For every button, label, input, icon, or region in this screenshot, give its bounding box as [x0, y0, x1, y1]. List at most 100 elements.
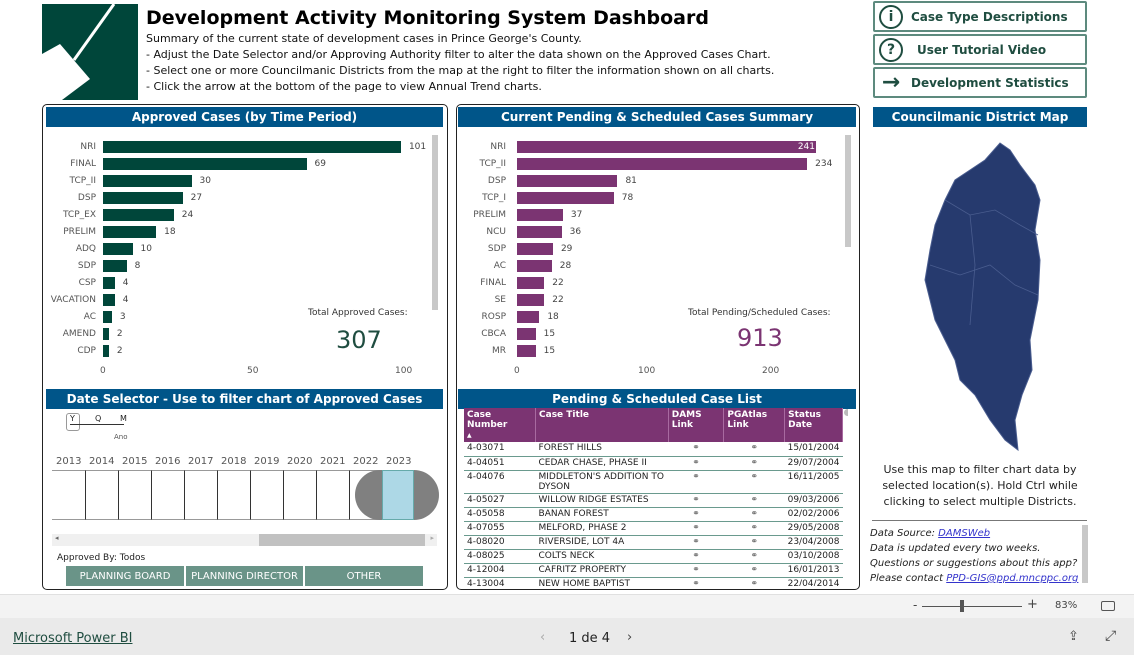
- dams-link-icon[interactable]: ⚭: [668, 521, 724, 536]
- fit-to-page-icon[interactable]: [1101, 601, 1115, 611]
- pgatlas-link-icon[interactable]: ⚭: [723, 549, 785, 564]
- info-scrollbar[interactable]: [1082, 525, 1088, 583]
- year-cell[interactable]: [217, 470, 250, 520]
- zoom-in-button[interactable]: +: [1027, 597, 1038, 612]
- level-year[interactable]: Y: [70, 414, 75, 423]
- bar[interactable]: [517, 260, 552, 272]
- year-cell[interactable]: [283, 470, 316, 520]
- pgatlas-link-icon[interactable]: ⚭: [723, 535, 785, 550]
- bar[interactable]: [103, 175, 192, 187]
- bar[interactable]: [103, 311, 112, 323]
- bar[interactable]: [517, 209, 563, 221]
- dams-link-icon[interactable]: ⚭: [668, 470, 724, 494]
- pgatlas-link-icon[interactable]: ⚭: [723, 456, 785, 471]
- bar[interactable]: [517, 328, 536, 340]
- chart-scrollbar[interactable]: [845, 135, 851, 247]
- year-cell[interactable]: [184, 470, 217, 520]
- table-scrollbar[interactable]: [844, 409, 848, 416]
- col-status-date[interactable]: Status Date: [784, 408, 843, 442]
- bar[interactable]: [517, 158, 808, 170]
- table-row[interactable]: 4-05027 WILLOW RIDGE ESTATES ⚭ ⚭ 09/03/2006: [464, 493, 843, 508]
- col-case-title[interactable]: Case Title: [535, 408, 669, 442]
- bar[interactable]: [103, 294, 115, 306]
- dams-link-icon[interactable]: ⚭: [668, 535, 724, 550]
- district-shape[interactable]: [924, 142, 1041, 452]
- bar[interactable]: [103, 192, 183, 204]
- zoom-slider[interactable]: [922, 606, 1022, 607]
- previous-page-icon[interactable]: ‹: [540, 630, 545, 645]
- year-cell[interactable]: [316, 470, 349, 520]
- bar[interactable]: [103, 209, 174, 221]
- bar[interactable]: [103, 277, 115, 289]
- bar[interactable]: [517, 277, 545, 289]
- bar[interactable]: [517, 311, 540, 323]
- table-row[interactable]: 4-08020 RIVERSIDE, LOT 4A ⚭ ⚭ 23/04/2008: [464, 535, 843, 550]
- level-slider-track[interactable]: [70, 424, 124, 425]
- zoom-out-button[interactable]: -: [913, 598, 917, 612]
- table-row[interactable]: 4-03071 FOREST HILLS ⚭ ⚭ 15/01/2004: [464, 442, 843, 457]
- pgatlas-link-icon[interactable]: ⚭: [723, 577, 785, 586]
- user-tutorial-video-button[interactable]: ? User Tutorial Video: [873, 34, 1087, 65]
- case-type-descriptions-button[interactable]: i Case Type Descriptions: [873, 1, 1087, 32]
- bar[interactable]: [103, 158, 307, 170]
- year-cell[interactable]: [151, 470, 184, 520]
- table-row[interactable]: 4-04051 CEDAR CHASE, PHASE II ⚭ ⚭ 29/07/2004: [464, 456, 843, 471]
- planning-director-button[interactable]: PLANNING DIRECTOR: [186, 566, 303, 586]
- power-bi-link[interactable]: Microsoft Power BI: [13, 631, 132, 646]
- bar[interactable]: [517, 294, 545, 306]
- bar[interactable]: [103, 141, 401, 153]
- bar[interactable]: [517, 243, 553, 255]
- dams-link-icon[interactable]: ⚭: [668, 456, 724, 471]
- fullscreen-icon[interactable]: ⤢: [1105, 628, 1116, 644]
- bar[interactable]: [103, 260, 127, 272]
- timeline-scrollbar[interactable]: ◂ ▸: [52, 534, 437, 546]
- table-row[interactable]: 4-13004NEW HOME BAPTIST CHURCH⚭⚭22/04/20…: [464, 577, 843, 586]
- dams-link-icon[interactable]: ⚭: [668, 563, 724, 578]
- councilmanic-district-map[interactable]: [900, 135, 1060, 465]
- planning-board-button[interactable]: PLANNING BOARD: [66, 566, 184, 586]
- pgatlas-link-icon[interactable]: ⚭: [723, 470, 785, 494]
- year-cell[interactable]: [52, 470, 85, 520]
- next-page-icon[interactable]: ›: [627, 630, 632, 645]
- pgatlas-link-icon[interactable]: ⚭: [723, 493, 785, 508]
- table-row[interactable]: 4-08025 COLTS NECK ⚭ ⚭ 03/10/2008: [464, 549, 843, 564]
- chart-scrollbar[interactable]: [432, 135, 438, 310]
- level-month[interactable]: M: [120, 414, 127, 423]
- bar[interactable]: [103, 243, 133, 255]
- col-case-number[interactable]: Case Number ▲: [464, 408, 537, 442]
- other-button[interactable]: OTHER: [305, 566, 423, 586]
- bar[interactable]: [103, 328, 109, 340]
- scroll-right-icon[interactable]: ▸: [430, 534, 434, 542]
- dams-link-icon[interactable]: ⚭: [668, 442, 724, 457]
- bar[interactable]: [517, 345, 536, 357]
- year-cell[interactable]: [118, 470, 151, 520]
- table-row[interactable]: 4-07055 MELFORD, PHASE 2 ⚭ ⚭ 29/05/2008: [464, 521, 843, 536]
- scroll-left-icon[interactable]: ◂: [55, 534, 59, 542]
- scrollbar-thumb[interactable]: [259, 534, 425, 546]
- table-row[interactable]: 4-12004 CAFRITZ PROPERTY ⚭ ⚭ 16/01/2013: [464, 563, 843, 578]
- level-quarter[interactable]: Q: [95, 414, 101, 423]
- pgatlas-link-icon[interactable]: ⚭: [723, 442, 785, 457]
- bar[interactable]: [517, 226, 562, 238]
- year-cell[interactable]: [250, 470, 283, 520]
- pgatlas-link-icon[interactable]: ⚭: [723, 521, 785, 536]
- development-statistics-button[interactable]: → Development Statistics: [873, 67, 1087, 98]
- damsweb-link[interactable]: DAMSWeb: [938, 528, 990, 539]
- bar[interactable]: [103, 345, 109, 357]
- selected-year-cell[interactable]: [382, 470, 414, 520]
- pgatlas-link-icon[interactable]: ⚭: [723, 563, 785, 578]
- contact-email-link[interactable]: PPD-GIS@ppd.mncppc.org: [946, 573, 1078, 584]
- bar[interactable]: [517, 192, 614, 204]
- pgatlas-link-icon[interactable]: ⚭: [723, 507, 785, 522]
- share-icon[interactable]: ⇪: [1068, 629, 1079, 644]
- dams-link-icon[interactable]: ⚭: [668, 549, 724, 564]
- bar[interactable]: [103, 226, 157, 238]
- col-dams-link[interactable]: DAMS Link: [668, 408, 725, 442]
- dams-link-icon[interactable]: ⚭: [668, 507, 724, 522]
- zoom-slider-thumb[interactable]: [960, 600, 964, 612]
- table-row[interactable]: 4-05058 BANAN FOREST ⚭ ⚭ 02/02/2006: [464, 507, 843, 522]
- year-cell[interactable]: [85, 470, 118, 520]
- bar[interactable]: [517, 141, 816, 153]
- table-row[interactable]: 4-04076 MIDDLETON'S ADDITION TO DYSON ⚭ ⚭ 16…: [464, 470, 843, 494]
- dams-link-icon[interactable]: ⚭: [668, 493, 724, 508]
